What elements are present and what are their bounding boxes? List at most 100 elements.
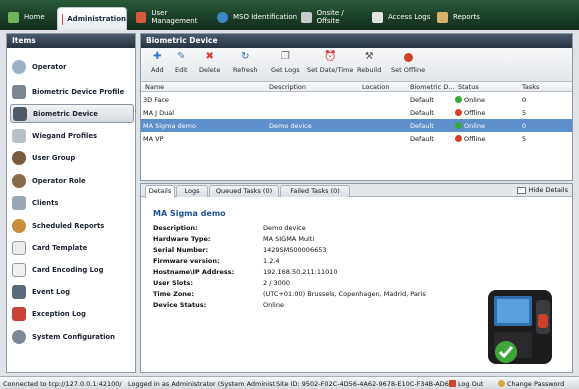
- tab-administration[interactable]: Administration: [57, 7, 127, 30]
- tab-logs[interactable]: Logs: [176, 185, 208, 197]
- tab-queued-tasks[interactable]: Queued Tasks (0): [209, 185, 279, 197]
- column-description[interactable]: Description: [269, 83, 306, 91]
- left-item-card-encoding-log[interactable]: Card Encoding Log: [12, 263, 132, 277]
- refresh-button-label: Refresh: [233, 66, 258, 74]
- left-item-user-group-label: User Group: [32, 154, 76, 162]
- user-management-icon: [136, 11, 147, 23]
- items-panel: Items Operator Biometric Device Profile …: [6, 33, 136, 373]
- detail-label: Serial Number:: [153, 246, 209, 254]
- detail-row-hardware-type: Hardware Type: MA SIGMA Multi: [153, 235, 553, 245]
- left-item-operator[interactable]: Operator: [12, 60, 132, 74]
- row-name: MA VP: [143, 135, 164, 143]
- left-item-biometric-device-profile[interactable]: Biometric Device Profile: [12, 82, 132, 102]
- left-item-event-log-label: Event Log: [32, 288, 71, 296]
- top-navigation-bar: Home Administration User Management MSO …: [0, 0, 579, 30]
- left-item-operator-role[interactable]: Operator Role: [12, 174, 132, 188]
- left-item-exception-log[interactable]: Exception Log: [12, 307, 132, 321]
- left-item-scheduled-reports[interactable]: Scheduled Reports: [12, 219, 132, 233]
- row-name: MA Sigma demo: [143, 122, 196, 130]
- device-title: MA Sigma demo: [153, 209, 226, 218]
- log-icon: [372, 11, 383, 23]
- details-panel: Details Logs Queued Tasks (0) Failed Tas…: [140, 183, 573, 373]
- device-grid-header: Name Description Location Biometric D...…: [141, 82, 572, 92]
- tab-home[interactable]: Home: [4, 8, 52, 26]
- tab-onsite-offsite[interactable]: Onsite / Offsite: [297, 8, 367, 26]
- table-row[interactable]: 3D Face Default Online 0: [141, 93, 572, 106]
- left-item-card-template[interactable]: Card Template: [12, 241, 132, 255]
- tab-access-logs-label: Access Logs: [388, 13, 431, 21]
- table-row-selected[interactable]: MA Sigma demo Demo device Default Online…: [141, 119, 572, 132]
- add-button-label: Add: [151, 66, 164, 74]
- rebuild-button-label: Rebuild: [357, 66, 382, 74]
- site-id: Site ID: 9502-F02C-4D56-4A62-9678-E10C-F…: [276, 380, 454, 388]
- detail-label: Hardware Type:: [153, 235, 211, 243]
- hide-details-label: Hide Details: [528, 186, 568, 194]
- get-logs-icon: ❐: [280, 51, 290, 62]
- logout-link[interactable]: Log Out: [449, 380, 483, 388]
- tab-failed-tasks[interactable]: Failed Tasks (0): [280, 185, 350, 197]
- operator-role-icon: [12, 174, 26, 188]
- items-panel-title: Items: [7, 34, 135, 48]
- row-status: Online: [455, 96, 485, 104]
- detail-value: (UTC+01:00) Brussels, Copenhagen, Madrid…: [263, 290, 426, 298]
- tab-access-logs[interactable]: Access Logs: [368, 8, 438, 26]
- left-item-wiegand-profiles[interactable]: Wiegand Profiles: [12, 129, 132, 143]
- building-icon: [301, 11, 312, 23]
- left-item-system-configuration[interactable]: System Configuration: [12, 330, 132, 344]
- detail-row-hostname: Hostname\IP Address: 192.168.50.211:1101…: [153, 268, 553, 278]
- device-profile-icon: [12, 85, 26, 99]
- tab-user-management-label: User Management: [151, 9, 198, 25]
- offline-status-icon: [455, 109, 462, 116]
- tab-user-management[interactable]: User Management: [132, 8, 212, 26]
- operator-icon: [12, 60, 26, 74]
- tab-details[interactable]: Details: [145, 185, 175, 198]
- left-item-card-encoding-log-label: Card Encoding Log: [32, 266, 104, 274]
- left-item-event-log[interactable]: Event Log: [12, 285, 132, 299]
- get-logs-button[interactable]: ❐ Get Logs: [271, 51, 300, 74]
- column-biometric-profile[interactable]: Biometric D...: [410, 83, 454, 91]
- set-offline-button[interactable]: Set Offline: [391, 51, 425, 74]
- tab-mso-identification[interactable]: MSO Identification: [213, 8, 299, 26]
- left-item-clients[interactable]: Clients: [12, 196, 132, 210]
- column-location[interactable]: Location: [362, 83, 390, 91]
- hide-details-button[interactable]: Hide Details: [516, 186, 568, 194]
- tab-reports[interactable]: Reports: [433, 8, 493, 26]
- delete-button[interactable]: ✖ Delete: [199, 51, 220, 74]
- row-description: Demo device: [269, 122, 312, 130]
- column-tasks[interactable]: Tasks: [522, 83, 539, 91]
- column-name[interactable]: Name: [145, 83, 164, 91]
- left-item-exception-log-label: Exception Log: [32, 310, 86, 318]
- row-tasks: 5: [522, 109, 527, 117]
- left-item-card-template-label: Card Template: [32, 244, 88, 252]
- row-status: Offline: [455, 109, 485, 117]
- key-icon: [498, 380, 505, 387]
- online-status-icon: [455, 122, 462, 129]
- edit-icon: ✎: [177, 51, 186, 62]
- connection-status: Connected to tcp://127.0.0.1:42100/: [3, 380, 122, 388]
- detail-label: Device Status:: [153, 301, 207, 309]
- table-row[interactable]: MA J Dual Default Offline 5: [141, 106, 572, 119]
- edit-button[interactable]: ✎ Edit: [175, 51, 188, 74]
- tab-administration-label: Administration: [67, 15, 126, 23]
- biometric-device-panel-title: Biometric Device: [141, 34, 572, 48]
- add-button[interactable]: ✚ Add: [151, 51, 164, 74]
- left-item-operator-role-label: Operator Role: [32, 177, 86, 185]
- row-profile: Default: [410, 122, 434, 130]
- wrench-icon: ⚒: [364, 51, 374, 62]
- change-password-link[interactable]: Change Password: [498, 380, 564, 388]
- column-status[interactable]: Status: [458, 83, 479, 91]
- rebuild-button[interactable]: ⚒ Rebuild: [357, 51, 381, 74]
- detail-label: Description:: [153, 224, 198, 232]
- refresh-button[interactable]: ↻ Refresh: [233, 51, 258, 74]
- left-item-biometric-device[interactable]: Biometric Device: [10, 104, 134, 123]
- detail-row-serial-number: Serial Number: 1429SMS00006653: [153, 246, 553, 256]
- row-name: 3D Face: [143, 96, 169, 104]
- table-row[interactable]: MA VP Default Offline 5: [141, 132, 572, 145]
- left-item-user-group[interactable]: User Group: [12, 151, 132, 165]
- tab-home-label: Home: [24, 13, 45, 21]
- detail-label: Time Zone:: [153, 290, 194, 298]
- set-date-time-button[interactable]: ⏰ Set Date/Time: [307, 51, 353, 74]
- detail-value: 1429SMS00006653: [263, 246, 327, 254]
- home-icon: [8, 11, 19, 23]
- system-config-icon: [12, 330, 26, 344]
